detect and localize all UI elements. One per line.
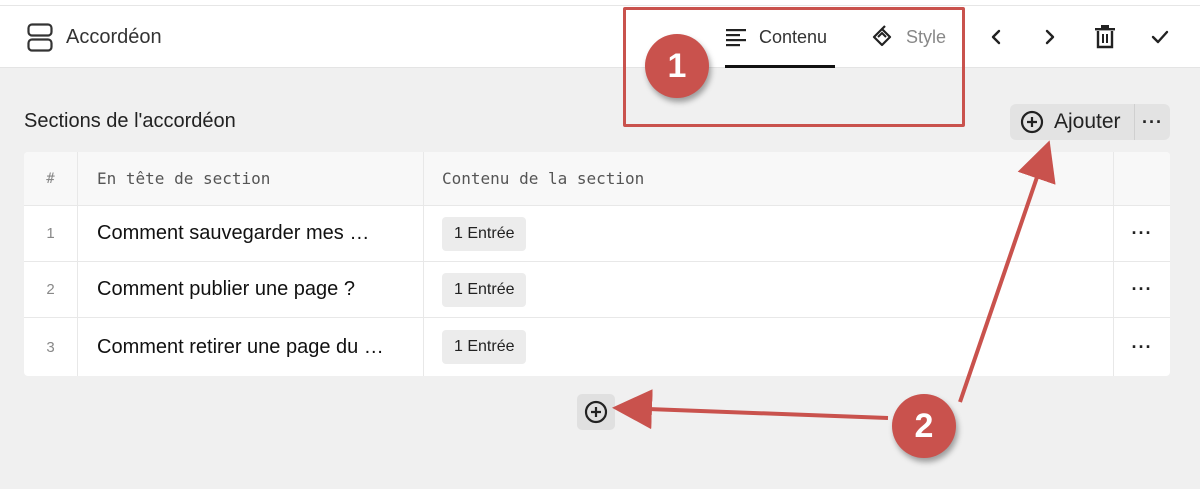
section-more-button[interactable]: ··· (1134, 104, 1170, 140)
plus-circle-icon (1020, 110, 1044, 134)
block-title: Accordéon (66, 26, 162, 48)
editor-panel: Sections de l'accordéon Ajouter ··· # En… (0, 68, 1200, 489)
row-number: 2 (24, 262, 78, 317)
section-title: Sections de l'accordéon (24, 110, 236, 132)
row-heading[interactable]: Comment retirer une page du … (78, 318, 424, 376)
row-heading[interactable]: Comment sauvegarder mes … (78, 206, 424, 261)
previous-button[interactable] (980, 22, 1012, 52)
row-content-cell[interactable]: 1 Entrée (424, 262, 1114, 317)
column-header-number: # (24, 152, 78, 205)
entry-count-badge[interactable]: 1 Entrée (442, 216, 527, 251)
add-section-label: Ajouter (1054, 110, 1121, 133)
accordion-block-icon (27, 23, 53, 52)
table-row[interactable]: 3 Comment retirer une page du … 1 Entrée… (24, 318, 1170, 376)
column-header-actions (1114, 152, 1170, 205)
entry-count-badge[interactable]: 1 Entrée (442, 330, 527, 364)
add-row-button[interactable] (577, 394, 615, 430)
sections-table: # En tête de section Contenu de la secti… (24, 152, 1170, 376)
chevron-right-icon (1045, 29, 1055, 45)
table-row[interactable]: 1 Comment sauvegarder mes … 1 Entrée ··· (24, 206, 1170, 262)
brush-icon (872, 25, 892, 47)
next-button[interactable] (1034, 22, 1066, 52)
tab-content-label: Contenu (759, 26, 828, 47)
validate-button[interactable] (1144, 22, 1176, 52)
row-more-button[interactable]: ··· (1114, 206, 1170, 261)
delete-button[interactable] (1089, 22, 1121, 52)
row-number: 3 (24, 318, 78, 376)
row-more-button[interactable]: ··· (1114, 262, 1170, 317)
plus-circle-icon (584, 400, 608, 424)
tab-content[interactable]: Contenu (725, 6, 835, 68)
chevron-left-icon (991, 29, 1001, 45)
entry-count-badge[interactable]: 1 Entrée (442, 272, 527, 307)
row-content-cell[interactable]: 1 Entrée (424, 318, 1114, 376)
row-heading[interactable]: Comment publier une page ? (78, 262, 424, 317)
column-header-heading: En tête de section (78, 152, 424, 205)
table-row[interactable]: 2 Comment publier une page ? 1 Entrée ··… (24, 262, 1170, 318)
add-section-button[interactable]: Ajouter (1010, 104, 1134, 140)
block-editor-header: Accordéon Contenu Style (0, 6, 1200, 68)
row-more-button[interactable]: ··· (1114, 318, 1170, 376)
row-number: 1 (24, 206, 78, 261)
column-header-content: Contenu de la section (424, 152, 1114, 205)
check-icon (1151, 30, 1169, 44)
table-header-row: # En tête de section Contenu de la secti… (24, 152, 1170, 206)
tab-style-label: Style (906, 26, 947, 47)
trash-icon (1095, 25, 1115, 49)
align-left-icon (726, 29, 746, 47)
tab-style[interactable]: Style (870, 6, 952, 68)
row-content-cell[interactable]: 1 Entrée (424, 206, 1114, 261)
